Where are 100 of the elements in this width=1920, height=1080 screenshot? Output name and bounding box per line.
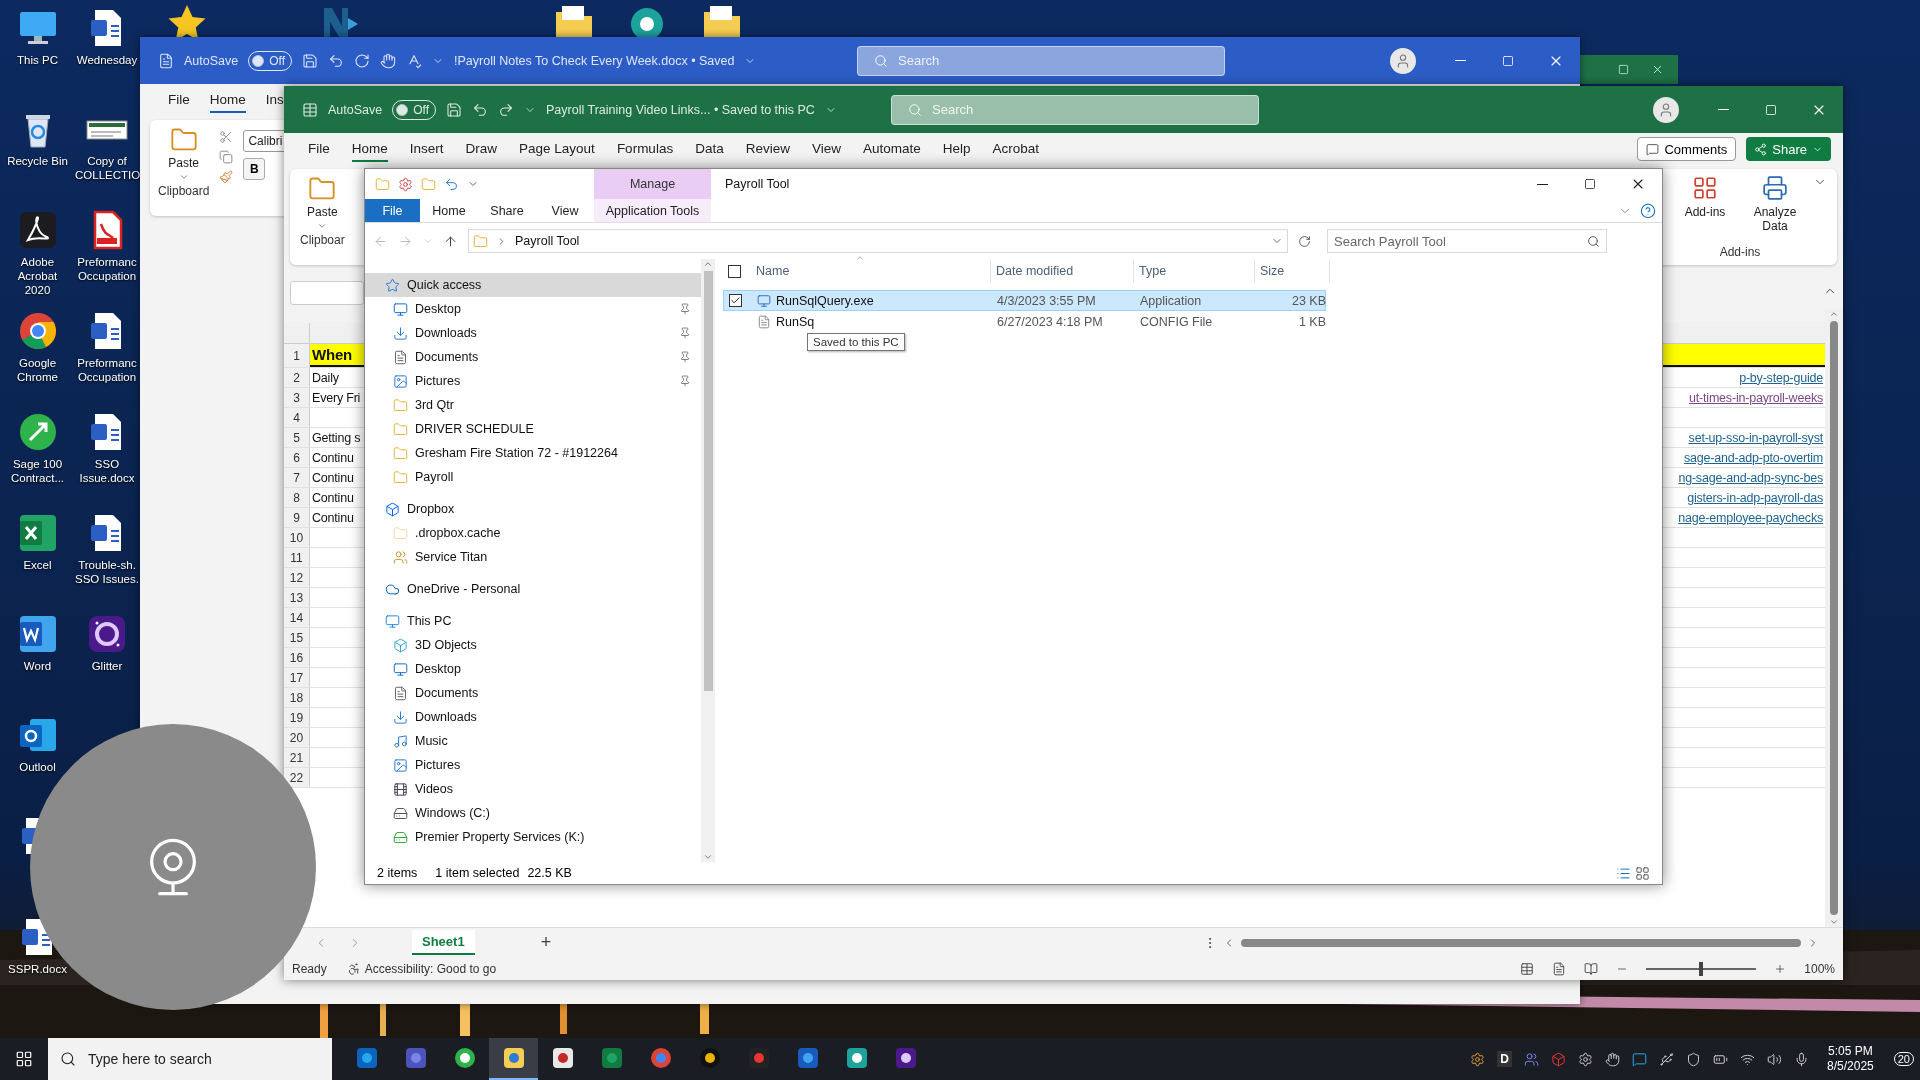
desktop-icon-label[interactable]: Preformanc Occupation	[75, 356, 139, 384]
scrollbar[interactable]	[1241, 938, 1801, 947]
file-row[interactable]: RunSqlQuery.exe 4/3/2023 3:55 PM Application 23 KB	[723, 290, 1326, 311]
save-icon[interactable]	[302, 52, 318, 69]
details-view-icon[interactable]	[1616, 865, 1631, 881]
nav-item[interactable]: Gresham Fire Station 72 - #1912264	[365, 441, 701, 465]
nav-item[interactable]: Service Titan	[365, 545, 701, 569]
ribbon-tab[interactable]: File	[365, 199, 420, 222]
add-ins-button[interactable]: Add-ins	[1677, 175, 1733, 233]
page-break-icon[interactable]	[1584, 961, 1599, 976]
nav-item[interactable]: DRIVER SCHEDULE	[365, 417, 701, 441]
desktop-icon-label[interactable]: Glitter	[91, 659, 123, 673]
link[interactable]: ut-times-in-payroll-weeks	[1689, 390, 1823, 405]
refresh-icon[interactable]	[1298, 234, 1311, 248]
analyze-data-button[interactable]: Analyze Data	[1747, 175, 1803, 233]
microphone-icon[interactable]	[1794, 1051, 1810, 1067]
app-icon[interactable]	[893, 1046, 918, 1070]
desktop-icon-label[interactable]: Wednesday	[76, 53, 138, 67]
select-all-checkbox[interactable]	[728, 264, 741, 278]
column-header[interactable]: Date modified	[996, 264, 1074, 278]
accessibility-status[interactable]: Accessibility: Good to go	[364, 961, 497, 976]
taskbar-search-field[interactable]: Type here to search	[48, 1038, 332, 1080]
redo-icon[interactable]	[498, 101, 514, 118]
usb-icon[interactable]	[1659, 1051, 1675, 1067]
app-icon[interactable]	[844, 1046, 869, 1070]
up-icon[interactable]	[443, 233, 458, 249]
nav-item[interactable]: 3D Objects	[365, 633, 701, 657]
ribbon-tab[interactable]: Home	[351, 136, 388, 162]
link[interactable]: nage-employee-paychecks	[1678, 510, 1823, 525]
ribbon-tab[interactable]: Help	[942, 136, 971, 162]
ribbon-tab[interactable]: Acrobat	[992, 136, 1040, 162]
nav-item[interactable]: Quick access	[365, 273, 701, 297]
nav-item[interactable]: Downloads	[365, 321, 701, 345]
shield-icon[interactable]	[1686, 1051, 1702, 1067]
nav-item[interactable]: Downloads	[365, 705, 701, 729]
app-icon[interactable]	[550, 1046, 575, 1070]
nav-item[interactable]: Pictures	[365, 369, 701, 393]
link[interactable]: gisters-in-adp-payroll-das	[1687, 490, 1823, 505]
link[interactable]: ng-sage-and-adp-sync-bes	[1678, 470, 1823, 485]
comments-button[interactable]: Comments	[1637, 137, 1737, 161]
desktop-icon-label[interactable]: Google Chrome	[5, 356, 70, 384]
app-icon[interactable]	[354, 1046, 379, 1070]
ribbon-tab[interactable]: Formulas	[616, 136, 674, 162]
ribbon-tab[interactable]: Insert	[409, 136, 444, 162]
undo-icon[interactable]	[444, 176, 459, 192]
hand-icon[interactable]	[380, 52, 396, 69]
normal-view-icon[interactable]	[1520, 961, 1535, 976]
address-bar[interactable]: Payroll Tool	[468, 229, 1288, 253]
desktop-icon-label[interactable]: Copy of COLLECTIO	[75, 154, 139, 182]
help-icon[interactable]	[1640, 202, 1656, 219]
nav-item[interactable]: Premier Property Services (K:)	[365, 825, 701, 849]
nav-item[interactable]: Documents	[365, 681, 701, 705]
desktop-icon-label[interactable]: Recycle Bin	[7, 154, 68, 168]
app-icon[interactable]	[795, 1046, 820, 1070]
ribbon-tab[interactable]: Data	[695, 136, 724, 162]
column-header[interactable]: Name	[756, 264, 790, 278]
paste-label[interactable]: Paste	[307, 205, 338, 219]
tray-app-icon[interactable]: D	[1497, 1051, 1513, 1067]
nav-item[interactable]: This PC	[365, 609, 701, 633]
nav-item[interactable]: OneDrive - Personal	[365, 577, 701, 601]
nav-item[interactable]: 3rd Qtr	[365, 393, 701, 417]
desktop-icon-label[interactable]: Sage 100 Contract...	[5, 457, 70, 485]
link[interactable]: p-by-step-guide	[1739, 370, 1823, 385]
undo-icon[interactable]	[328, 52, 344, 69]
clock[interactable]: 5:05 PM 8/5/2025	[1827, 1044, 1874, 1074]
nav-item[interactable]: Desktop	[365, 297, 701, 321]
people-icon[interactable]	[1524, 1051, 1540, 1067]
taskbar-app-button[interactable]	[489, 1038, 538, 1080]
nav-item[interactable]: Music	[365, 729, 701, 753]
page-layout-icon[interactable]	[1552, 961, 1567, 976]
desktop-icon-label[interactable]: Trouble-sh. SSO Issues.	[75, 558, 139, 586]
nav-item[interactable]: Documents	[365, 345, 701, 369]
scrollbar[interactable]	[701, 259, 715, 862]
redo-icon[interactable]	[354, 52, 370, 69]
share-button[interactable]: Share	[1746, 137, 1831, 161]
desktop-icon-label[interactable]: Adobe Acrobat 2020	[5, 255, 70, 297]
ribbon-tab[interactable]: File	[168, 87, 190, 113]
desktop-icon-label[interactable]: Preformanc Occupation	[75, 255, 139, 283]
desktop-icon-label[interactable]: This PC	[17, 53, 58, 67]
undo-icon[interactable]	[472, 101, 488, 118]
desktop-icon-label[interactable]: SSO Issue.docx	[75, 457, 139, 485]
scissors-icon[interactable]	[219, 130, 234, 144]
desktop-icon-label[interactable]: Outlool	[19, 760, 56, 774]
brush-icon[interactable]	[219, 170, 234, 184]
column-header[interactable]: Type	[1139, 264, 1167, 278]
save-icon[interactable]	[446, 101, 462, 118]
ribbon-tab[interactable]: View	[811, 136, 841, 162]
user-avatar[interactable]	[1390, 47, 1416, 74]
desktop-icon-label[interactable]: SSPR.docx	[8, 962, 67, 976]
box-icon[interactable]	[1551, 1051, 1567, 1067]
nav-item[interactable]: Pictures	[365, 753, 701, 777]
nav-item[interactable]: Payroll	[365, 465, 701, 489]
volume-icon[interactable]	[1767, 1051, 1783, 1067]
nav-item[interactable]: Windows (C:)	[365, 801, 701, 825]
nav-item[interactable]: Videos	[365, 777, 701, 801]
network-icon[interactable]	[1740, 1051, 1756, 1067]
hand-icon[interactable]	[1605, 1051, 1621, 1067]
nav-item[interactable]: Dropbox	[365, 497, 701, 521]
maximize-icon[interactable]	[1618, 64, 1629, 75]
sheet-tab[interactable]: Sheet1	[412, 930, 475, 955]
